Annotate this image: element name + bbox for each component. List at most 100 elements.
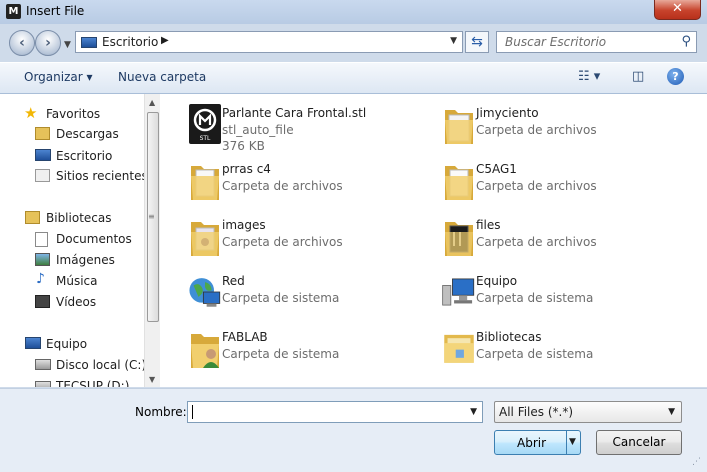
file-item-equipo[interactable]: Equipo Carpeta de sistema xyxy=(419,268,659,316)
folder-icon xyxy=(191,166,219,200)
sidebar-item-bibliotecas[interactable]: Bibliotecas xyxy=(46,211,111,225)
search-input[interactable]: Buscar Escritorio xyxy=(505,35,606,49)
folder-icon xyxy=(191,222,219,256)
resize-grip-icon[interactable]: ⋰ xyxy=(692,457,701,467)
music-icon: ♪ xyxy=(36,271,45,287)
file-type: Carpeta de sistema xyxy=(222,291,340,305)
sidebar-item-favoritos[interactable]: Favoritos xyxy=(46,107,100,121)
file-type: Carpeta de archivos xyxy=(222,235,343,249)
folder-icon xyxy=(445,110,473,144)
cancel-button[interactable]: Cancelar xyxy=(596,430,682,455)
file-item-bibliotecas[interactable]: Bibliotecas Carpeta de sistema xyxy=(419,324,659,372)
file-item-files[interactable]: files Carpeta de archivos xyxy=(419,212,659,260)
sidebar-item-musica[interactable]: Música xyxy=(56,274,98,288)
split-divider xyxy=(566,431,567,454)
app-icon: M xyxy=(6,4,21,19)
open-button-label: Abrir xyxy=(517,436,547,450)
file-type: Carpeta de sistema xyxy=(222,347,340,361)
file-name: C5AG1 xyxy=(476,162,517,176)
file-name: Parlante Cara Frontal.stl xyxy=(222,106,367,120)
scroll-grip-icon: ≡ xyxy=(148,212,155,221)
file-item-prras-c4[interactable]: prras c4 Carpeta de archivos xyxy=(165,156,405,204)
file-name: Bibliotecas xyxy=(476,330,542,344)
network-icon xyxy=(189,278,221,307)
downloads-folder-icon xyxy=(35,127,50,140)
breadcrumb-escritorio[interactable]: Escritorio xyxy=(102,35,158,49)
chevron-down-icon[interactable]: ▼ xyxy=(668,407,675,417)
chevron-down-icon[interactable]: ▼ xyxy=(470,407,477,417)
open-button[interactable]: Abrir ▼ xyxy=(494,430,581,455)
address-dropdown-icon[interactable]: ▼ xyxy=(450,36,457,46)
refresh-button[interactable]: ⇆ xyxy=(465,31,489,53)
file-type-value: All Files (*.*) xyxy=(499,405,574,419)
sidebar-item-descargas[interactable]: Descargas xyxy=(56,127,119,141)
search-icon[interactable]: ⚲ xyxy=(681,34,691,49)
sidebar-item-escritorio[interactable]: Escritorio xyxy=(56,149,112,163)
file-type: Carpeta de archivos xyxy=(476,235,597,249)
file-name: prras c4 xyxy=(222,162,271,176)
file-name-label: Nombre: xyxy=(135,405,187,419)
file-name-input[interactable]: ▼ xyxy=(187,401,483,423)
view-options-icon[interactable]: ☷ ▾ xyxy=(578,69,600,84)
file-name: Jimyciento xyxy=(476,106,539,120)
file-type: Carpeta de archivos xyxy=(222,179,343,193)
file-item-fablab[interactable]: FABLAB Carpeta de sistema xyxy=(165,324,405,372)
sidebar-item-videos[interactable]: Vídeos xyxy=(56,295,96,309)
bottom-panel: Nombre: ▼ All Files (*.*) ▼ Abrir ▼ Canc… xyxy=(0,388,707,472)
text-caret xyxy=(192,405,193,419)
desktop-icon xyxy=(35,149,51,161)
svg-text:STL: STL xyxy=(200,135,211,142)
documents-icon xyxy=(35,232,48,247)
sidebar-item-disco-local[interactable]: Disco local (C:) xyxy=(56,358,144,372)
file-name: images xyxy=(222,218,266,232)
recent-places-icon xyxy=(35,169,50,182)
file-type: Carpeta de sistema xyxy=(476,347,594,361)
libraries-icon xyxy=(444,334,474,363)
scroll-up-icon[interactable]: ▲ xyxy=(149,98,155,107)
search-box[interactable]: Buscar Escritorio ⚲ xyxy=(496,31,697,53)
pictures-icon xyxy=(35,253,50,266)
file-item-jimyciento[interactable]: Jimyciento Carpeta de archivos xyxy=(419,100,659,148)
file-type: Carpeta de sistema xyxy=(476,291,594,305)
file-list: STL Parlante Cara Frontal.stl stl_auto_f… xyxy=(160,94,707,387)
file-name: Red xyxy=(222,274,245,288)
file-item-red[interactable]: Red Carpeta de sistema xyxy=(165,268,405,316)
back-button[interactable]: ‹ xyxy=(9,30,35,56)
forward-button[interactable]: › xyxy=(35,30,61,56)
scroll-down-icon[interactable]: ▼ xyxy=(149,375,155,384)
file-type-select[interactable]: All Files (*.*) ▼ xyxy=(494,401,682,423)
drive-icon xyxy=(35,381,51,387)
file-size: 376 KB xyxy=(222,139,265,153)
sidebar-item-documentos[interactable]: Documentos xyxy=(56,232,132,246)
file-name: Equipo xyxy=(476,274,518,288)
organize-button[interactable]: Organizar ▾ xyxy=(24,70,93,84)
user-folder-icon xyxy=(191,334,219,368)
sidebar-scrollbar[interactable]: ▲ ≡ ▼ xyxy=(144,94,161,387)
local-disk-icon xyxy=(35,359,51,370)
recent-pages-dropdown[interactable]: ▼ xyxy=(64,40,71,50)
sidebar-item-tecsup[interactable]: TECSUP (D:) xyxy=(56,379,129,387)
title-bar: M Insert File ✕ xyxy=(0,0,707,24)
file-item-images[interactable]: images Carpeta de archivos xyxy=(165,212,405,260)
close-button[interactable]: ✕ xyxy=(654,0,701,20)
sidebar-item-equipo[interactable]: Equipo xyxy=(46,337,87,351)
new-folder-button[interactable]: Nueva carpeta xyxy=(118,70,206,84)
file-type: stl_auto_file xyxy=(222,123,294,137)
file-item-c5ag1[interactable]: C5AG1 Carpeta de archivos xyxy=(419,156,659,204)
breadcrumb-arrow-icon[interactable]: ▶ xyxy=(161,35,169,46)
navigation-bar: ‹ › ▼ Escritorio ▶ ▼ ⇆ Buscar Escritorio… xyxy=(0,26,707,60)
sidebar-item-sitios-recientes[interactable]: Sitios recientes xyxy=(56,169,144,183)
open-options-icon[interactable]: ▼ xyxy=(569,437,576,447)
file-type: Carpeta de archivos xyxy=(476,123,597,137)
libraries-icon xyxy=(25,211,40,224)
computer-icon xyxy=(25,337,41,349)
preview-pane-icon[interactable]: ◫ xyxy=(632,69,644,84)
address-bar[interactable]: Escritorio ▶ ▼ xyxy=(75,31,463,53)
desktop-icon xyxy=(81,37,97,48)
stl-file-icon: STL xyxy=(189,104,221,144)
sidebar-item-imagenes[interactable]: Imágenes xyxy=(56,253,115,267)
file-item-parlante[interactable]: STL Parlante Cara Frontal.stl stl_auto_f… xyxy=(165,100,405,153)
help-icon[interactable]: ? xyxy=(667,68,684,85)
computer-icon xyxy=(442,278,475,306)
window-title: Insert File xyxy=(26,4,85,18)
